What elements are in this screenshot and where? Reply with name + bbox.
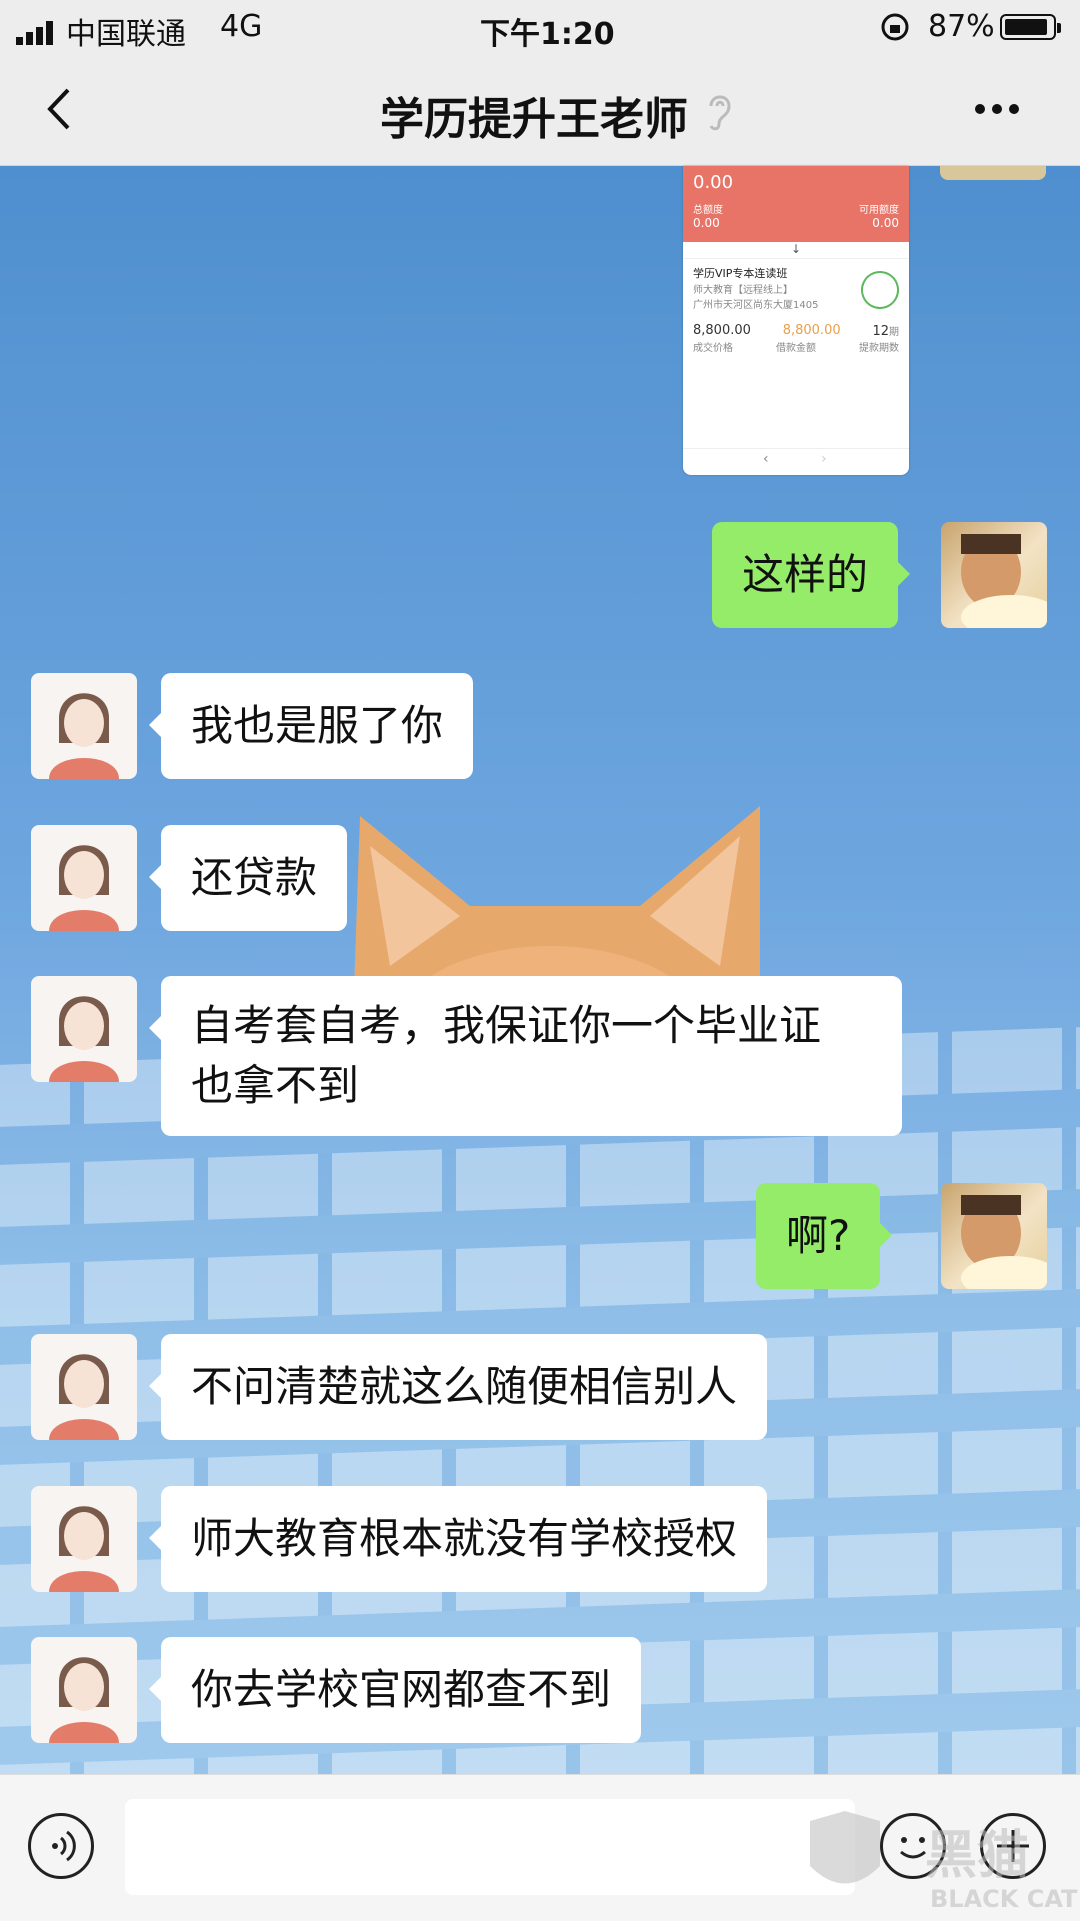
network-label: 4G [220, 9, 263, 44]
message-input[interactable] [125, 1799, 855, 1895]
shared-loan: 8,800.00 [782, 323, 841, 338]
shared-val-total: 0.00 [693, 216, 720, 230]
shared-image-header: 0.00 总额度 可用额度 0.00 0.00 [683, 166, 909, 242]
more-button[interactable] [970, 94, 1030, 124]
clock: 下午1:20 [480, 17, 615, 52]
message-bubble[interactable]: 不问清楚就这么随便相信别人 [148, 1334, 768, 1440]
cat-logo-icon [810, 1811, 880, 1884]
message-text-line: 自考套自考，我保证你一个毕业证 [191, 1001, 822, 1050]
avatar[interactable] [31, 825, 137, 931]
rotation-lock-icon [880, 12, 910, 50]
arrow-down-icon: ↓ [790, 242, 802, 256]
chat-title: 学历提升王老师 [380, 94, 688, 145]
message-text: 这样的 [742, 550, 869, 599]
message-text: 不问清楚就这么随便相信别人 [191, 1362, 738, 1411]
shared-nav-left[interactable]: ‹ [763, 451, 769, 467]
carrier-label: 中国联通 [66, 17, 186, 52]
avatar[interactable] [941, 1183, 1047, 1289]
avatar[interactable] [31, 1486, 137, 1592]
shared-label-loan: 借款金额 [776, 343, 816, 354]
message-text: 还贷款 [191, 853, 318, 902]
status-bar: 中国联通 4G 下午1:20 87% [0, 0, 1080, 54]
message-bubble[interactable]: 师大教育根本就没有学校授权 [148, 1486, 768, 1592]
message-bubble[interactable]: 我也是服了你 [148, 673, 474, 779]
shared-term-unit: 期 [888, 327, 899, 338]
message-text: 我也是服了你 [191, 701, 444, 750]
shared-term: 12 [872, 324, 889, 339]
watermark: 黑猫 BLACK CAT [805, 1811, 1080, 1921]
avatar[interactable] [31, 673, 137, 779]
message-text: 你去学校官网都查不到 [191, 1665, 612, 1714]
ear-icon [703, 88, 733, 138]
back-button[interactable] [40, 84, 90, 134]
watermark-cn: 黑猫 [925, 1826, 1030, 1886]
chevron-left-icon [40, 88, 80, 138]
shared-label-total: 总额度 [693, 205, 723, 216]
shared-label-term: 提款期数 [859, 343, 899, 354]
battery-percent: 87% [928, 9, 995, 44]
message-bubble[interactable]: 你去学校官网都查不到 [148, 1637, 642, 1743]
shared-label-available: 可用额度 [859, 205, 899, 216]
shared-val-available: 0.00 [872, 216, 899, 230]
battery-icon [1000, 14, 1061, 40]
watermark-en: BLACK CAT [930, 1885, 1078, 1913]
signal-icon [16, 18, 60, 53]
message-bubble[interactable]: 自考套自考，我保证你一个毕业证 也拿不到 [149, 976, 902, 1136]
chat-header: 学历提升王老师 [0, 54, 1080, 166]
message-text-line: 也拿不到 [191, 1061, 360, 1110]
more-dots-icon [970, 104, 1030, 128]
shared-amount: 0.00 [693, 172, 734, 193]
shared-label-price: 成交价格 [693, 343, 733, 354]
avatar[interactable] [941, 522, 1047, 628]
shared-image[interactable]: 0.00 总额度 可用额度 0.00 0.00 ↓ 学历VIP专本连读班 师大教… [683, 166, 909, 475]
avatar[interactable] [31, 1637, 137, 1743]
avatar[interactable] [31, 1334, 137, 1440]
message-bubble[interactable]: 啊? [756, 1183, 893, 1289]
avatar[interactable] [31, 976, 137, 1082]
voice-button[interactable] [28, 1813, 94, 1879]
shared-price: 8,800.00 [693, 323, 751, 338]
message-text: 啊? [786, 1211, 851, 1260]
message-text: 师大教育根本就没有学校授权 [191, 1514, 738, 1563]
previous-avatar[interactable] [940, 166, 1046, 180]
input-bar: 黑猫 BLACK CAT [0, 1774, 1080, 1921]
voice-icon [31, 1830, 91, 1880]
message-bubble[interactable]: 这样的 [712, 522, 911, 628]
shared-nav-right[interactable]: › [821, 451, 827, 467]
message-bubble[interactable]: 还贷款 [148, 825, 348, 931]
